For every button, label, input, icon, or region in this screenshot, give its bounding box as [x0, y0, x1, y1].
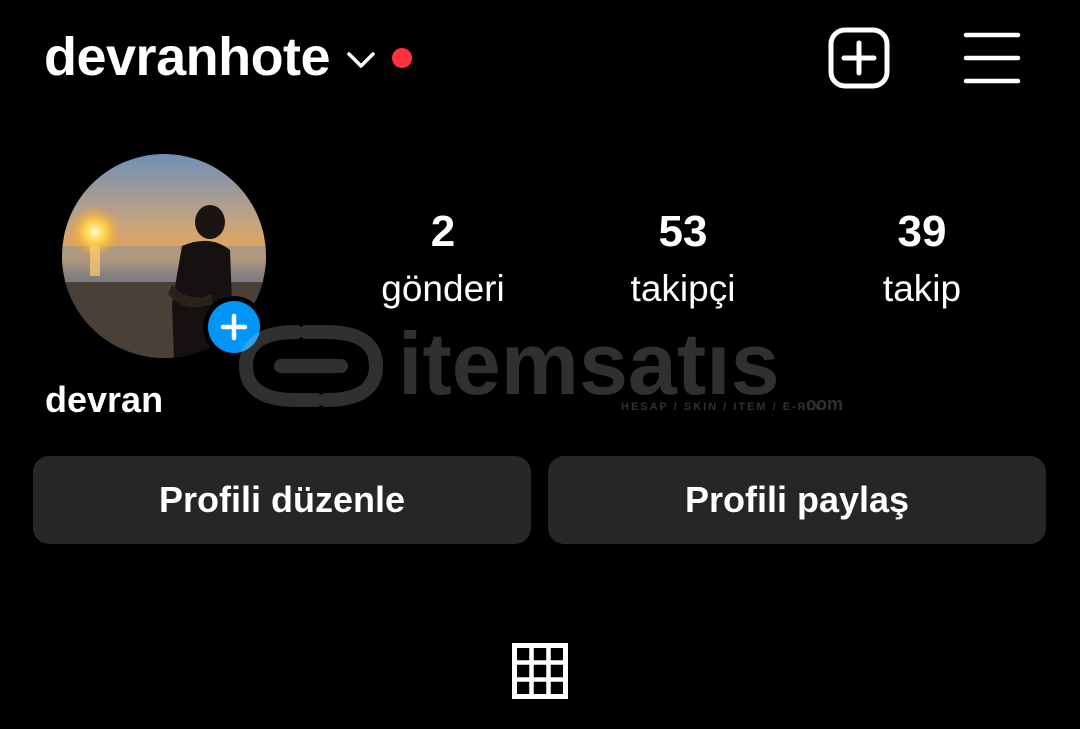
- username: devranhote: [44, 27, 331, 87]
- notification-dot: [392, 48, 413, 68]
- stat-posts[interactable]: 2 gönderi: [343, 200, 543, 316]
- watermark-tagline: HESAP / SKIN / ITEM / E-PIN: [621, 401, 822, 413]
- watermark-logo: itemsatıs HESAP / SKIN / ITEM / E-PIN .c…: [238, 314, 843, 414]
- chevron-down-icon: [347, 52, 375, 68]
- hamburger-menu-icon[interactable]: [962, 27, 1022, 89]
- plus-square-icon[interactable]: [828, 27, 890, 89]
- share-profile-button[interactable]: Profili paylaş: [548, 456, 1046, 544]
- grid-icon[interactable]: [512, 643, 568, 699]
- posts-count: 2: [430, 207, 456, 256]
- followers-count: 53: [658, 207, 708, 256]
- stat-following[interactable]: 39 takip: [822, 200, 1022, 316]
- edit-profile-button[interactable]: Profili düzenle: [33, 456, 531, 544]
- stat-followers[interactable]: 53 takipçi: [583, 200, 783, 316]
- plus-icon: [220, 313, 248, 341]
- followers-label: takipçi: [630, 268, 736, 309]
- top-bar: devranhote: [0, 0, 1080, 118]
- posts-label: gönderi: [381, 268, 505, 309]
- following-count: 39: [897, 207, 947, 256]
- display-name: devran: [45, 379, 164, 420]
- add-story-badge: [208, 301, 260, 353]
- edit-profile-label: Profili düzenle: [158, 479, 406, 520]
- following-label: takip: [882, 268, 962, 309]
- share-profile-label: Profili paylaş: [684, 479, 910, 520]
- watermark-brand: itemsatıs: [398, 314, 780, 413]
- account-switcher[interactable]: devranhote: [44, 24, 413, 90]
- watermark-suffix: .com: [801, 394, 843, 414]
- add-story-button[interactable]: [203, 296, 265, 358]
